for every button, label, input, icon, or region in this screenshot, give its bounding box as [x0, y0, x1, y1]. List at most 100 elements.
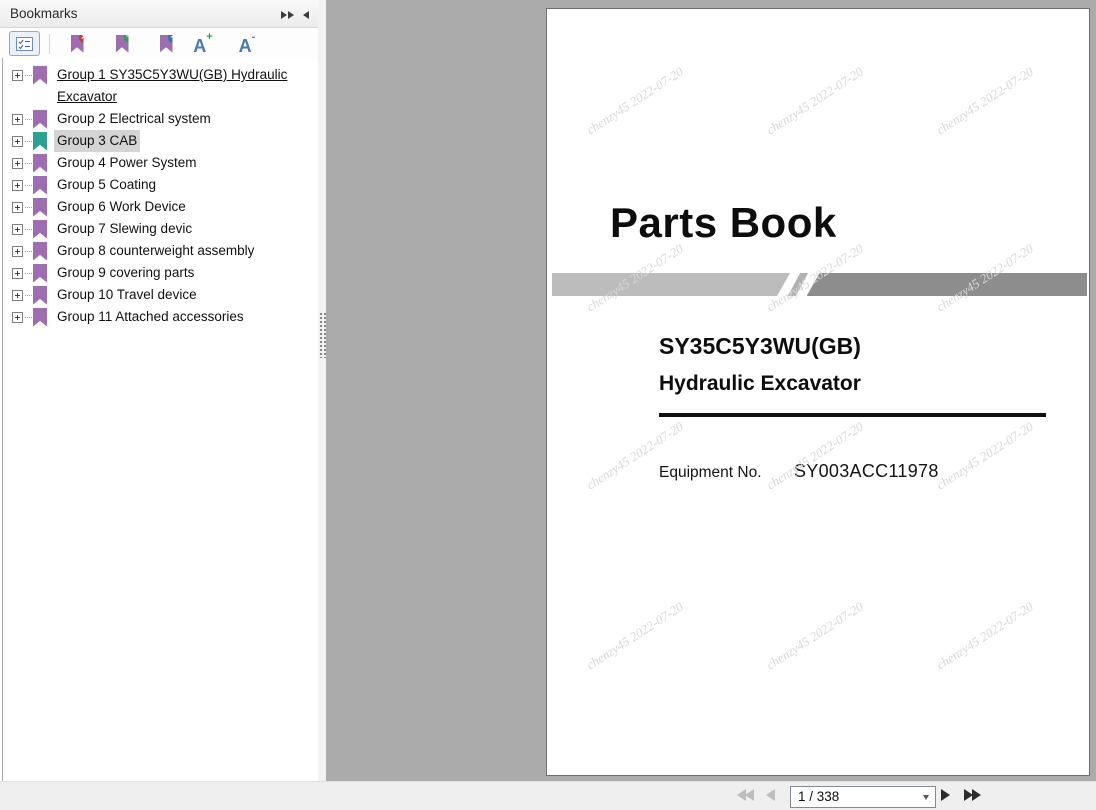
bookmark-ribbon-icon: [33, 264, 47, 283]
expand-toggle-icon[interactable]: [12, 224, 23, 235]
previous-page-button[interactable]: [766, 789, 775, 801]
splitter-handle[interactable]: [319, 312, 326, 358]
bookmark-label[interactable]: Group 3 CAB: [54, 130, 140, 152]
expand-toggle-icon[interactable]: [12, 136, 23, 147]
expand-toggle-icon[interactable]: [12, 202, 23, 213]
green-plus-badge: +: [124, 32, 135, 43]
locate-bookmark-icon: ➤: [160, 35, 173, 53]
status-bar: 1 / 338: [0, 781, 1096, 810]
expand-toggle-icon[interactable]: [12, 312, 23, 323]
delete-bookmark-button[interactable]: ×: [62, 31, 92, 57]
add-bookmark-icon: +: [116, 35, 129, 53]
bookmark-options-button[interactable]: [9, 31, 40, 56]
bookmark-label[interactable]: Group 9 covering parts: [54, 262, 197, 284]
watermark-text: chenzy45 2022-07-20: [934, 64, 1037, 139]
tree-connector: [25, 207, 32, 208]
tree-connector: [25, 141, 32, 142]
pdf-page[interactable]: Parts Book SY35C5Y3WU(GB) Hydraulic Exca…: [546, 8, 1090, 776]
bookmark-ribbon-icon: [33, 198, 47, 217]
watermark-text: chenzy45 2022-07-20: [584, 64, 687, 139]
panel-splitter[interactable]: [318, 0, 326, 781]
bookmark-item[interactable]: Group 5 Coating: [0, 174, 318, 196]
tree-connector: [25, 251, 32, 252]
bookmark-ribbon-icon: [33, 176, 47, 195]
expand-toggle-icon[interactable]: [12, 268, 23, 279]
bookmark-ribbon-icon: [33, 66, 47, 85]
font-increase-icon: A+: [193, 33, 212, 55]
product-name: Hydraulic Excavator: [659, 372, 861, 396]
bookmark-item[interactable]: Group 6 Work Device: [0, 196, 318, 218]
watermark-text: chenzy45 2022-07-20: [764, 419, 867, 494]
banner-diagonal-stripe: [788, 273, 808, 296]
bookmark-ribbon-icon: [33, 110, 47, 129]
last-page-button[interactable]: [964, 789, 981, 801]
expand-toggle-icon[interactable]: [12, 246, 23, 257]
font-decrease-icon: A-: [239, 33, 256, 55]
tree-connector: [25, 295, 32, 296]
locate-bookmark-button[interactable]: ➤: [151, 31, 181, 57]
bookmark-item[interactable]: Group 10 Travel device: [0, 284, 318, 306]
bookmark-tree: Group 1 SY35C5Y3WU(GB) Hydraulic Excavat…: [0, 58, 318, 781]
expand-toggle-icon[interactable]: [12, 290, 23, 301]
bookmark-item[interactable]: Group 9 covering parts: [0, 262, 318, 284]
bookmark-item[interactable]: Group 7 Slewing devic: [0, 218, 318, 240]
expand-toggle-icon[interactable]: [12, 158, 23, 169]
toolbar-separator: [49, 34, 50, 54]
tree-connector: [25, 119, 32, 120]
cover-banner: [552, 273, 1087, 296]
page-indicator: 1 / 338: [798, 787, 839, 807]
tree-connector: [25, 185, 32, 186]
watermark-text: chenzy45 2022-07-20: [764, 599, 867, 674]
next-page-button[interactable]: [941, 789, 950, 801]
equipment-number: SY003ACC11978: [794, 461, 939, 482]
bookmark-label[interactable]: Group 11 Attached accessories: [54, 306, 247, 328]
decrease-text-size-button[interactable]: A-: [232, 31, 262, 57]
first-page-button[interactable]: [737, 789, 754, 801]
checklist-options-icon: [16, 37, 33, 51]
watermark-text: chenzy45 2022-07-20: [764, 64, 867, 139]
page-title: Parts Book: [610, 199, 837, 247]
page-number-combobox[interactable]: 1 / 338: [790, 786, 936, 808]
bookmark-label[interactable]: Group 4 Power System: [54, 152, 200, 174]
bookmark-item[interactable]: Group 3 CAB: [0, 130, 318, 152]
tree-connector: [25, 317, 32, 318]
banner-light-segment: [552, 273, 790, 296]
panel-expand-icon[interactable]: [281, 9, 294, 21]
bookmark-label[interactable]: Group 2 Electrical system: [54, 108, 214, 130]
increase-text-size-button[interactable]: A+: [188, 31, 218, 57]
expand-toggle-icon[interactable]: [12, 180, 23, 191]
document-canvas[interactable]: Parts Book SY35C5Y3WU(GB) Hydraulic Exca…: [326, 0, 1096, 781]
horizontal-rule: [659, 413, 1046, 417]
tree-connector: [25, 75, 32, 76]
bookmark-label[interactable]: Group 8 counterweight assembly: [54, 240, 257, 262]
add-bookmark-button[interactable]: +: [107, 31, 137, 57]
expand-toggle-icon[interactable]: [12, 114, 23, 125]
tree-connector: [25, 163, 32, 164]
bookmark-item[interactable]: Group 4 Power System: [0, 152, 318, 174]
expand-toggle-icon[interactable]: [12, 70, 23, 81]
banner-dark-segment: [807, 273, 1087, 296]
bookmarks-toolbar: × + ➤ A+ A-: [0, 28, 318, 58]
bookmark-item[interactable]: Group 1 SY35C5Y3WU(GB) Hydraulic Excavat…: [0, 64, 318, 108]
bookmark-label[interactable]: Group 10 Travel device: [54, 284, 200, 306]
bookmark-ribbon-icon: [33, 220, 47, 239]
bookmark-label[interactable]: Group 5 Coating: [54, 174, 159, 196]
panel-collapse-icon[interactable]: [303, 9, 309, 21]
bookmark-item[interactable]: Group 11 Attached accessories: [0, 306, 318, 328]
delete-bookmark-icon: ×: [71, 35, 84, 53]
bookmark-label[interactable]: Group 7 Slewing devic: [54, 218, 195, 240]
bookmark-label[interactable]: Group 1 SY35C5Y3WU(GB) Hydraulic Excavat…: [54, 64, 306, 108]
red-x-badge: ×: [79, 32, 90, 43]
blue-arrow-badge: ➤: [168, 32, 179, 43]
watermark-text: chenzy45 2022-07-20: [584, 419, 687, 494]
watermark-text: chenzy45 2022-07-20: [934, 419, 1037, 494]
bookmarks-panel: Bookmarks × + ➤ A+ A-: [0, 0, 318, 781]
bookmark-label[interactable]: Group 6 Work Device: [54, 196, 189, 218]
model-number: SY35C5Y3WU(GB): [659, 333, 861, 360]
bookmarks-panel-header: Bookmarks: [0, 0, 318, 28]
bookmark-item[interactable]: Group 8 counterweight assembly: [0, 240, 318, 262]
bookmark-item[interactable]: Group 2 Electrical system: [0, 108, 318, 130]
watermark-text: chenzy45 2022-07-20: [584, 599, 687, 674]
bookmark-ribbon-icon: [33, 154, 47, 173]
panel-title: Bookmarks: [10, 6, 78, 21]
